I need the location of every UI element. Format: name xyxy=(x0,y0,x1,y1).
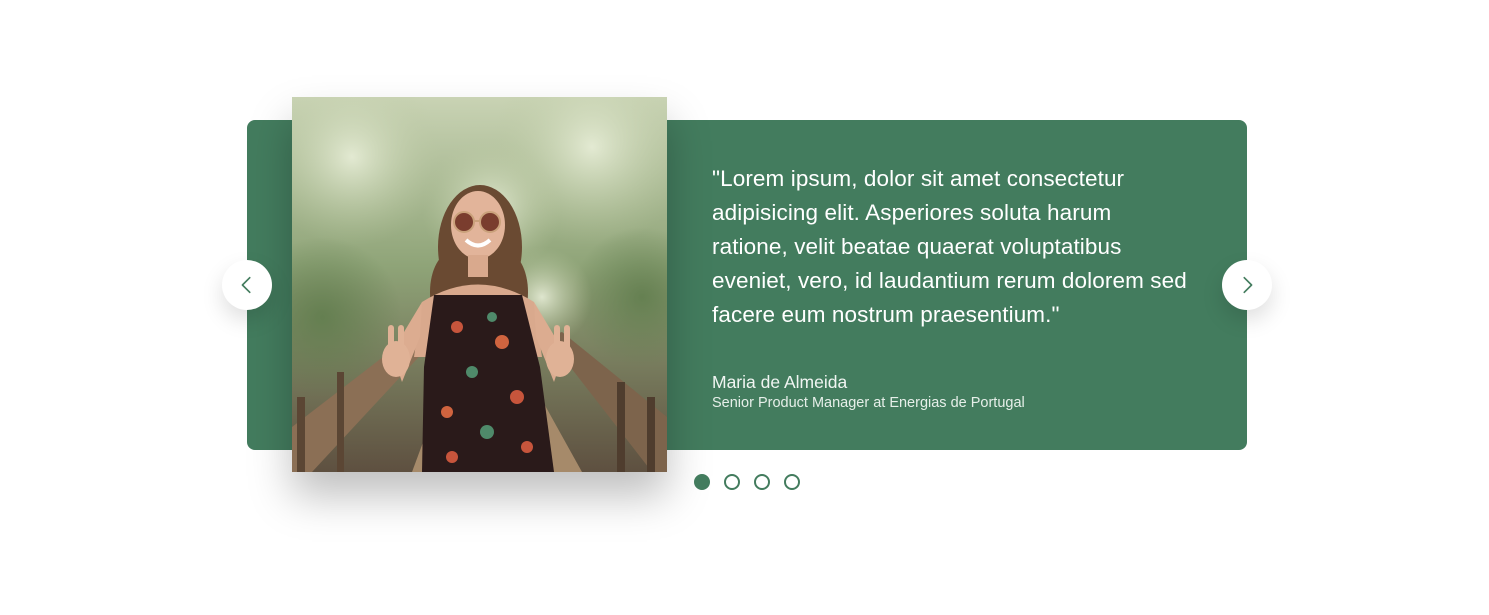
pagination-dot[interactable] xyxy=(694,474,710,490)
portrait-image xyxy=(292,97,667,472)
pagination-dot[interactable] xyxy=(784,474,800,490)
pagination-dot[interactable] xyxy=(754,474,770,490)
pagination-dot[interactable] xyxy=(724,474,740,490)
chevron-right-icon xyxy=(1243,276,1253,294)
testimonial-photo xyxy=(292,97,667,472)
testimonial-slider: "Lorem ipsum, dolor sit amet consectetur… xyxy=(0,0,1489,615)
next-button[interactable] xyxy=(1222,260,1272,310)
pagination-dots xyxy=(694,474,800,490)
previous-button[interactable] xyxy=(222,260,272,310)
testimonial-quote: "Lorem ipsum, dolor sit amet consectetur… xyxy=(712,166,1187,327)
author-name: Maria de Almeida xyxy=(712,372,848,392)
author-role: Senior Product Manager at Energias de Po… xyxy=(712,395,1025,411)
chevron-left-icon xyxy=(241,276,251,294)
testimonial-content: "Lorem ipsum, dolor sit amet consectetur… xyxy=(712,162,1192,413)
